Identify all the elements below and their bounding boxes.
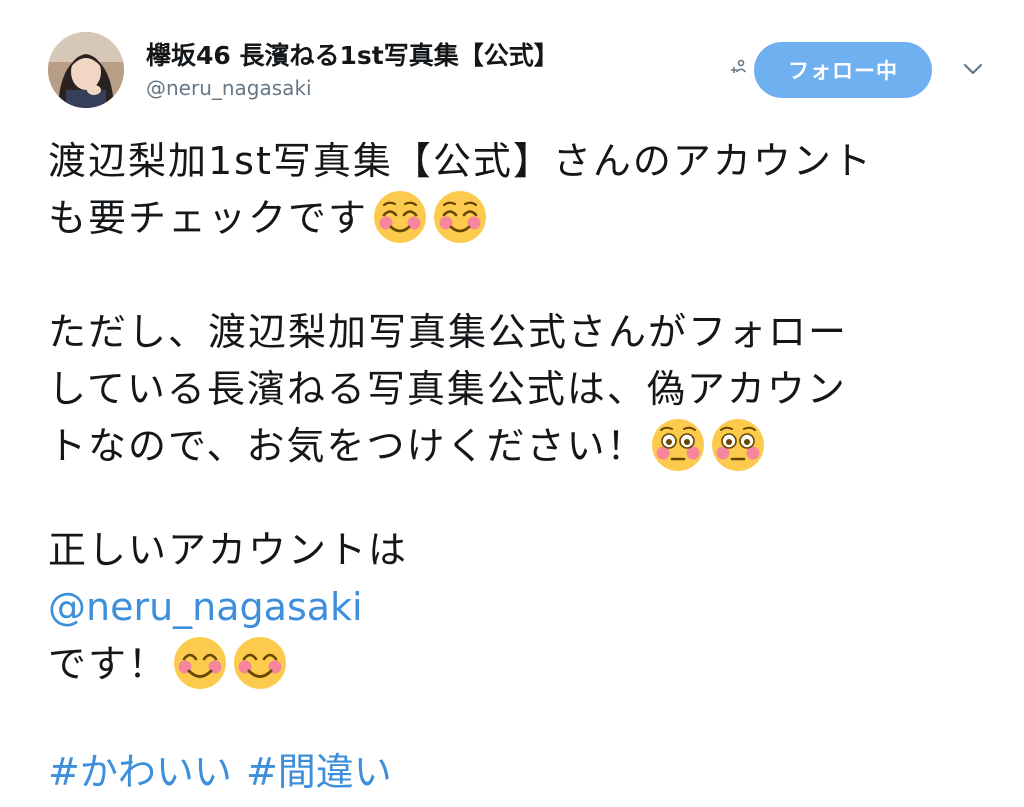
flushed-face-emoji bbox=[651, 417, 706, 472]
flushed-face-emoji bbox=[711, 417, 766, 472]
add-user-icon bbox=[731, 59, 747, 73]
smiling-face-with-smiling-eyes-emoji bbox=[172, 635, 228, 690]
tweet-line: ただし、渡辺梨加写真集公式さんがフォロー bbox=[48, 310, 849, 354]
hashtag-link[interactable]: #かわいい bbox=[48, 750, 232, 794]
mention-link[interactable]: @neru_nagasaki bbox=[48, 579, 363, 636]
tweet-line: です！ bbox=[48, 635, 288, 695]
chevron-down-icon[interactable] bbox=[962, 62, 984, 76]
smiling-face-with-closed-eyes-emoji bbox=[372, 189, 428, 244]
following-button[interactable]: フォロー中 bbox=[754, 42, 932, 98]
tweet-line: トなので、お気をつけください！ bbox=[48, 417, 766, 477]
tweet-line: 渡辺梨加1st写真集【公式】さんのアカウント bbox=[48, 139, 873, 183]
tweet-text: も要チェックです bbox=[48, 196, 369, 240]
hashtag-link[interactable]: #間違い bbox=[246, 750, 392, 794]
smiling-face-with-smiling-eyes-emoji bbox=[232, 635, 288, 690]
handle[interactable]: @neru_nagasaki bbox=[146, 76, 312, 100]
smiling-face-with-closed-eyes-emoji bbox=[432, 189, 488, 244]
tweet-line: している長濱ねる写真集公式は、偽アカウン bbox=[48, 367, 847, 411]
tweet-text: です！ bbox=[48, 642, 169, 686]
tweet-header: 欅坂46 長濱ねる1st写真集【公式】 @neru_nagasaki フォロー中 bbox=[0, 0, 1024, 120]
tweet-line: 正しいアカウントは bbox=[48, 528, 409, 572]
tweet-line: も要チェックです bbox=[48, 189, 488, 249]
hashtags: #かわいい #間違い bbox=[48, 744, 392, 801]
avatar[interactable] bbox=[48, 32, 124, 108]
display-name[interactable]: 欅坂46 長濱ねる1st写真集【公式】 bbox=[146, 36, 559, 72]
tweet-text: トなので、お気をつけください！ bbox=[48, 424, 647, 468]
